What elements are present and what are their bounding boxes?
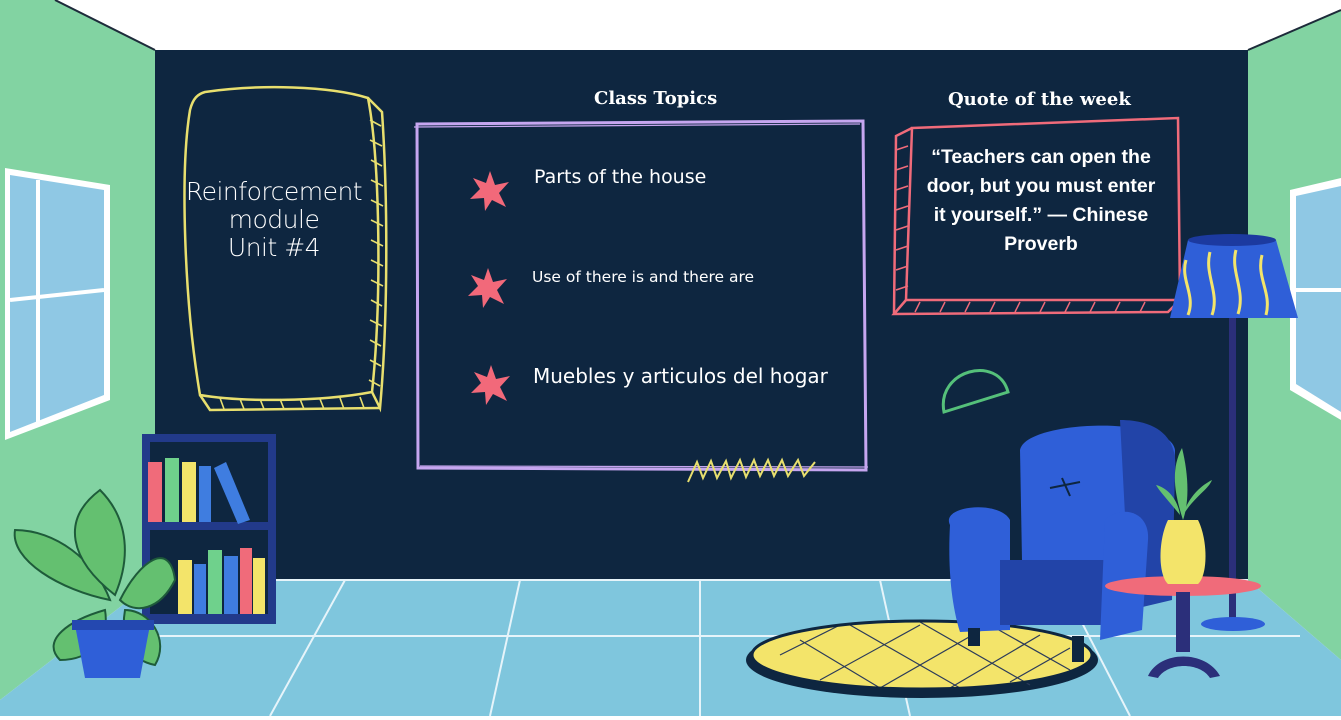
topic-item-2: Use of there is and there are xyxy=(532,268,755,286)
classroom-slide: Reinforcement module Unit #4 Class Topic… xyxy=(0,0,1341,717)
title-line-3: Unit #4 xyxy=(227,233,321,262)
quote-text: “Teachers can open the door, but you mus… xyxy=(926,146,1156,255)
right-window xyxy=(1290,178,1341,420)
rug xyxy=(746,619,1098,698)
title-line-2: module xyxy=(228,205,320,234)
topic-item-1: Parts of the house xyxy=(534,166,707,188)
quote-heading: Quote of the week xyxy=(948,89,1131,110)
class-topics-heading: Class Topics xyxy=(594,88,718,109)
topic-item-3: Muebles y articulos del hogar xyxy=(533,364,828,388)
left-window xyxy=(5,168,110,440)
module-title: Reinforcement module Unit #4 xyxy=(176,178,372,262)
ceiling xyxy=(0,0,1341,50)
title-line-1: Reinforcement xyxy=(185,177,363,206)
